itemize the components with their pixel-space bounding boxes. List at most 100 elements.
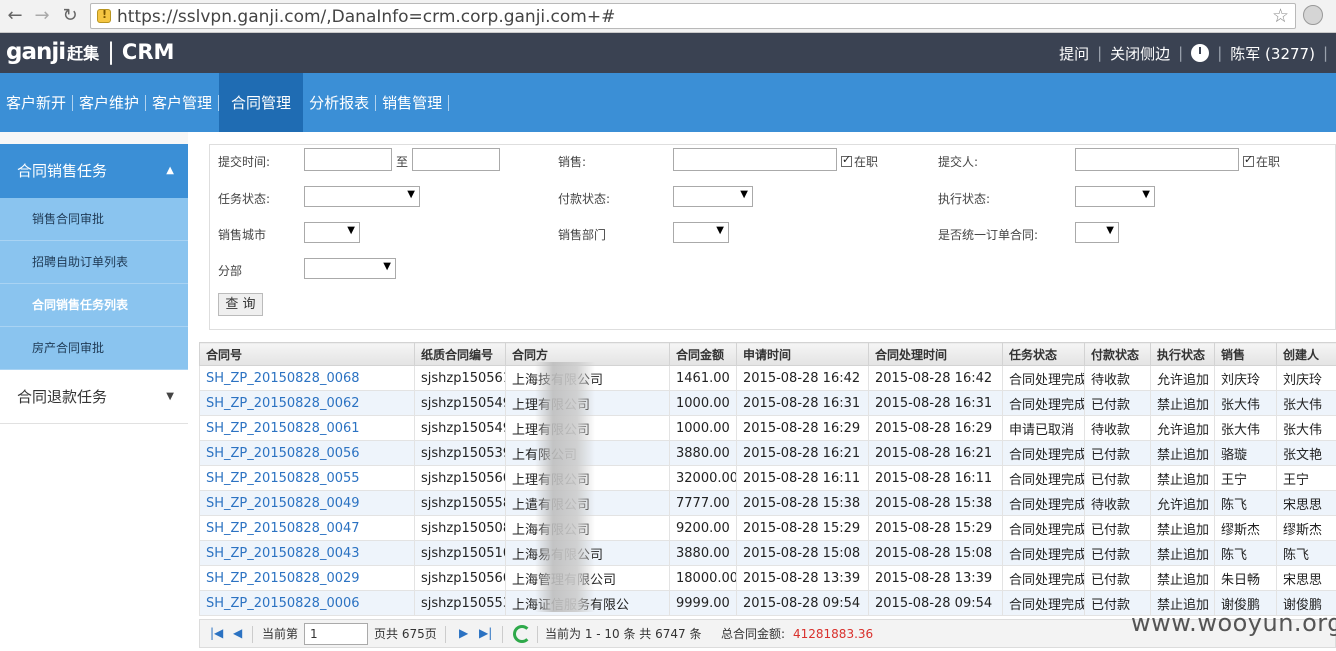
nav-item-analysis-report[interactable]: 分析报表 xyxy=(303,73,375,132)
address-bar[interactable]: https://sslvpn.ganji.com/,DanaInfo=crm.c… xyxy=(90,3,1296,29)
task-status-cell: 合同处理完成 xyxy=(1002,490,1085,516)
nav-item-customer-new[interactable]: 客户新开 xyxy=(0,73,72,132)
forward-arrow-icon[interactable]: → xyxy=(31,5,53,27)
unified-order-select[interactable] xyxy=(1075,222,1119,243)
sidebar-item-house-contract-approval[interactable]: 房产合同审批 xyxy=(0,327,188,370)
contract-number-cell[interactable]: SH_ZP_20150828_0006 xyxy=(199,590,415,616)
url-text[interactable]: https://sslvpn.ganji.com/,DanaInfo=crm.c… xyxy=(117,7,615,27)
table-row[interactable]: SH_ZP_20150828_0068sjshzp150561上海技有限公司14… xyxy=(199,365,1336,391)
contract-number-cell[interactable]: SH_ZP_20150828_0029 xyxy=(199,565,415,591)
refresh-icon[interactable] xyxy=(513,625,531,643)
sales-dept-select[interactable] xyxy=(673,222,729,243)
close-sidebar-link[interactable]: 关闭侧边 xyxy=(1110,43,1170,64)
sales-on-duty-checkbox[interactable]: 在职 xyxy=(841,153,878,170)
creator-cell: 刘庆玲 xyxy=(1276,365,1336,391)
column-header[interactable]: 任务状态 xyxy=(1002,342,1085,366)
apply-time-cell: 2015-08-28 15:29 xyxy=(736,515,869,541)
contract-number-cell[interactable]: SH_ZP_20150828_0056 xyxy=(199,440,415,466)
contract-number-cell[interactable]: SH_ZP_20150828_0047 xyxy=(199,515,415,541)
exec-status-cell: 禁止追加 xyxy=(1150,565,1215,591)
watermark-text: www.wooyun.org xyxy=(1131,609,1336,637)
help-link[interactable]: 提问 xyxy=(1059,43,1089,64)
exec-status-select[interactable] xyxy=(1075,186,1155,207)
contract-number-cell[interactable]: SH_ZP_20150828_0049 xyxy=(199,490,415,516)
nav-item-customer-maintain[interactable]: 客户维护 xyxy=(73,73,145,132)
alarm-clock-icon[interactable] xyxy=(1191,44,1210,62)
app-header: ganji 赶集 | CRM 提问 | 关闭侧边 | | 陈军 (3277) | xyxy=(0,33,1336,73)
last-page-icon[interactable]: ▶| xyxy=(479,626,492,640)
sales-input[interactable] xyxy=(673,148,837,171)
column-header[interactable]: 合同号 xyxy=(199,342,415,366)
checkbox-checked-icon[interactable] xyxy=(841,153,852,167)
app-logo[interactable]: ganji 赶集 | CRM xyxy=(6,39,174,65)
column-header[interactable]: 合同处理时间 xyxy=(868,342,1003,366)
nav-item-customer-manage[interactable]: 客户管理 xyxy=(146,73,218,132)
sales-city-select[interactable] xyxy=(304,222,360,243)
sidebar-group-contract-sales[interactable]: 合同销售任务 ▲ xyxy=(0,144,188,198)
column-header[interactable]: 合同金额 xyxy=(669,342,737,366)
sidebar-item-recruit-order-list[interactable]: 招聘自助订单列表 xyxy=(0,241,188,284)
user-menu[interactable]: 陈军 (3277) xyxy=(1230,43,1315,64)
next-page-icon[interactable]: ▶ xyxy=(459,626,468,640)
table-row[interactable]: SH_ZP_20150828_0043sjshzp150510上海易有限公司38… xyxy=(199,540,1336,566)
column-header[interactable]: 纸质合同编号 xyxy=(414,342,506,366)
globe-icon[interactable] xyxy=(1303,5,1323,25)
pay-status-cell: 已付款 xyxy=(1084,565,1151,591)
header-separator: | xyxy=(1217,44,1223,62)
sidebar-group-contract-refund[interactable]: 合同退款任务 ▼ xyxy=(0,370,188,424)
creator-cell: 宋思思 xyxy=(1276,490,1336,516)
pay-status-label: 付款状态: xyxy=(558,192,611,206)
on-duty-label: 在职 xyxy=(1256,155,1281,169)
table-row[interactable]: SH_ZP_20150828_0056sjshzp150539上有限公司3880… xyxy=(199,440,1336,466)
checkbox-checked-icon[interactable] xyxy=(1243,153,1254,167)
apply-time-cell: 2015-08-28 16:31 xyxy=(736,390,869,416)
bookmark-star-icon[interactable]: ☆ xyxy=(1272,5,1289,27)
sidebar-spacer xyxy=(0,132,188,144)
table-row[interactable]: SH_ZP_20150828_0049sjshzp150558上遣有限公司777… xyxy=(199,490,1336,516)
nav-item-sales-manage[interactable]: 销售管理 xyxy=(376,73,448,132)
table-row[interactable]: SH_ZP_20150828_0062sjshzp150549上理有限公司100… xyxy=(199,390,1336,416)
sidebar-item-contract-task-list[interactable]: 合同销售任务列表 xyxy=(0,284,188,327)
query-button[interactable]: 查 询 xyxy=(218,293,263,316)
pay-status-select[interactable] xyxy=(673,186,753,207)
task-status-select[interactable] xyxy=(304,186,420,207)
branch-select[interactable] xyxy=(304,258,396,279)
submitter-on-duty-checkbox[interactable]: 在职 xyxy=(1243,153,1280,170)
process-time-cell: 2015-08-28 16:42 xyxy=(868,365,1003,391)
back-arrow-icon[interactable]: ← xyxy=(4,5,26,27)
contract-number-cell[interactable]: SH_ZP_20150828_0068 xyxy=(199,365,415,391)
nav-item-contract-manage[interactable]: 合同管理 xyxy=(219,73,304,132)
prev-page-icon[interactable]: ◀ xyxy=(233,626,242,640)
contract-number-cell[interactable]: SH_ZP_20150828_0062 xyxy=(199,390,415,416)
contract-number-cell[interactable]: SH_ZP_20150828_0043 xyxy=(199,540,415,566)
column-header[interactable]: 销售 xyxy=(1214,342,1277,366)
table-row[interactable]: SH_ZP_20150828_0047sjshzp150508上海有限公司920… xyxy=(199,515,1336,541)
lock-warning-icon[interactable] xyxy=(97,8,111,23)
submitter-input[interactable] xyxy=(1075,148,1239,171)
pay-status-cell: 已付款 xyxy=(1084,515,1151,541)
column-header[interactable]: 执行状态 xyxy=(1150,342,1215,366)
first-page-icon[interactable]: |◀ xyxy=(210,626,223,640)
column-header[interactable]: 申请时间 xyxy=(736,342,869,366)
page-number-input[interactable]: 1 xyxy=(304,623,368,645)
submit-time-start-input[interactable] xyxy=(304,148,392,171)
contract-number-cell[interactable]: SH_ZP_20150828_0061 xyxy=(199,415,415,441)
contract-number-cell[interactable]: SH_ZP_20150828_0055 xyxy=(199,465,415,491)
sales-cell: 张大伟 xyxy=(1214,415,1277,441)
submit-time-end-input[interactable] xyxy=(412,148,500,171)
total-amount-label: 总合同金额: xyxy=(721,627,786,641)
pay-status-cell: 已付款 xyxy=(1084,390,1151,416)
task-status-cell: 合同处理完成 xyxy=(1002,390,1085,416)
reload-icon[interactable]: ↻ xyxy=(59,5,81,27)
column-header[interactable]: 付款状态 xyxy=(1084,342,1151,366)
sidebar: 合同销售任务 ▲ 销售合同审批 招聘自助订单列表 合同销售任务列表 房产合同审批… xyxy=(0,132,188,651)
unified-order-label: 是否统一订单合同: xyxy=(938,228,1039,242)
sidebar-item-sales-contract-approval[interactable]: 销售合同审批 xyxy=(0,198,188,241)
table-row[interactable]: SH_ZP_20150828_0061sjshzp150549上理有限公司100… xyxy=(199,415,1336,441)
table-row[interactable]: SH_ZP_20150828_0029sjshzp150560上海管理有限公司1… xyxy=(199,565,1336,591)
column-header[interactable]: 创建人 xyxy=(1276,342,1336,366)
creator-cell: 宋思思 xyxy=(1276,565,1336,591)
table-row[interactable]: SH_ZP_20150828_0055sjshzp150560上理有限公司320… xyxy=(199,465,1336,491)
process-time-cell: 2015-08-28 09:54 xyxy=(868,590,1003,616)
paper-contract-cell: sjshzp150539 xyxy=(414,440,506,466)
